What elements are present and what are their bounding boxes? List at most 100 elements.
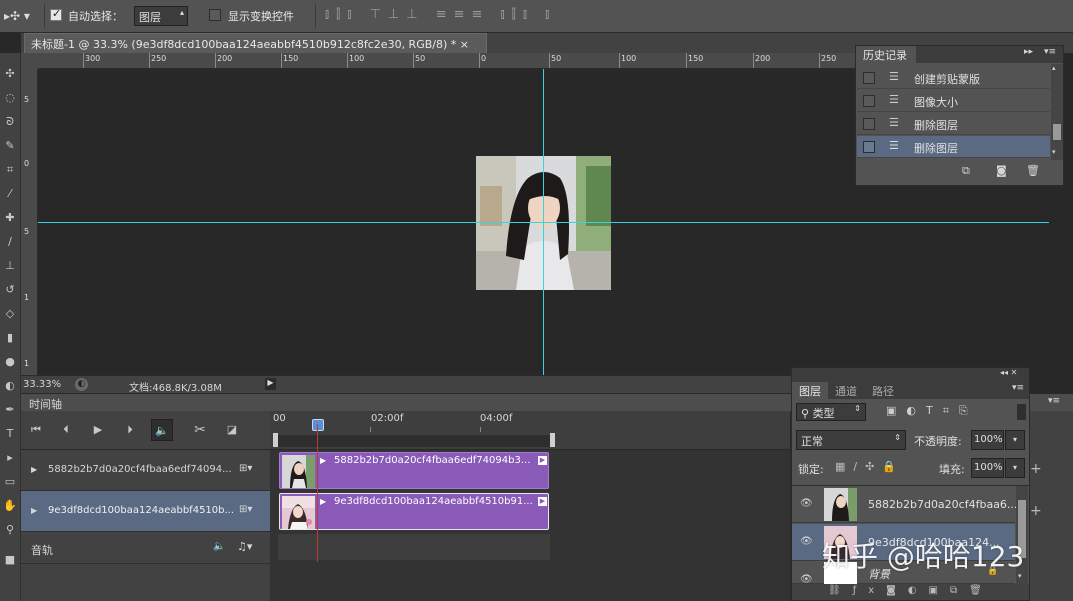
work-area-end-handle[interactable]	[550, 433, 555, 447]
type-tool-icon[interactable]: T	[3, 427, 17, 441]
lock-icons[interactable]: ▦∕✣🔒	[835, 460, 904, 473]
visibility-eye-icon[interactable]: 👁	[800, 536, 814, 548]
first-frame-icon[interactable]: ⏮	[25, 419, 47, 441]
next-frame-icon[interactable]: ⏵	[119, 419, 141, 441]
fill-input[interactable]: 100%	[971, 458, 1004, 478]
eraser-tool-icon[interactable]: ◇	[3, 307, 17, 321]
filter-toggle[interactable]	[1017, 404, 1026, 420]
audio-track-row[interactable]: 音轨 🔈 ♫▾	[21, 532, 270, 564]
eyedropper-tool-icon[interactable]: ⁄	[3, 187, 17, 201]
crop-tool-icon[interactable]: ⌗	[3, 163, 17, 177]
vertical-ruler[interactable]: 5 0 5 1 1	[21, 69, 38, 375]
add-track-icon-2[interactable]: +	[1030, 503, 1042, 519]
track-row-1[interactable]: ▶ 5882b2b7d0a20cf4fbaa6edf74094... ⊞▾	[21, 450, 270, 491]
layer-filter-icons[interactable]: ▣◐T⌗⎘	[886, 404, 978, 418]
status-info-icon[interactable]: ◐	[75, 378, 88, 391]
horizontal-ruler[interactable]: 300 250 200 150 100 50 0 50 100 150 200 250	[38, 53, 856, 69]
music-note-icon[interactable]: ♫▾	[237, 540, 252, 553]
history-snapshot-checkbox[interactable]	[863, 118, 875, 130]
work-area-start-handle[interactable]	[273, 433, 278, 447]
color-swatches-icon[interactable]: ■	[3, 553, 17, 567]
blend-mode-dropdown[interactable]: 正常 ⇕	[796, 430, 906, 450]
history-panel: 历史记录 ▸▸ ▾≡ ☰ 创建剪贴蒙版 ☰ 图像大小 ☰ 删除图层 ☰ 删除图层 ▴ ▾ …	[855, 45, 1064, 186]
panel-collapse-icon[interactable]: ◂◂ ✕	[1000, 368, 1017, 377]
ruler-tick-label: 250	[151, 54, 167, 63]
status-menu-arrow-icon[interactable]: ▶	[265, 378, 276, 390]
close-icon[interactable]: ×	[460, 38, 469, 51]
move-tool-icon[interactable]: ▸✣ ▾	[4, 9, 30, 23]
history-snapshot-checkbox[interactable]	[863, 72, 875, 84]
move-tool-icon[interactable]: ✣	[3, 67, 17, 81]
clip-end-arrow-icon[interactable]: ▶	[538, 456, 547, 465]
play-icon[interactable]: ▶	[87, 419, 109, 441]
layer-1-thumbnail	[824, 488, 857, 521]
track-row-2[interactable]: ▶ 9e3df8dcd100baa124aeabbf4510b... ⊞▾	[21, 491, 270, 532]
stamp-tool-icon[interactable]: ⊥	[3, 259, 17, 273]
horizontal-guide[interactable]	[38, 222, 1049, 223]
panel-menu-icon[interactable]: ▾≡	[1044, 47, 1056, 57]
expand-arrow-icon[interactable]: ▶	[31, 506, 37, 515]
show-transform-checkbox[interactable]	[209, 9, 221, 21]
healing-tool-icon[interactable]: ✚	[3, 211, 17, 225]
marquee-tool-icon[interactable]: ◌	[3, 91, 17, 105]
blur-tool-icon[interactable]: ●	[3, 355, 17, 369]
history-item[interactable]: ☰ 图像大小	[857, 90, 1050, 112]
shape-tool-icon[interactable]: ▭	[3, 475, 17, 489]
visibility-eye-icon[interactable]: 👁	[800, 498, 814, 510]
zoom-tool-icon[interactable]: ⚲	[3, 523, 17, 537]
document-tab[interactable]: 未标题-1 @ 33.3% (9e3df8dcd100baa124aeabbf4…	[24, 33, 487, 53]
layer-filter-dropdown[interactable]: ⚲ 类型 ⇕	[796, 403, 866, 421]
clip-1[interactable]: ▶ 5882b2b7d0a20cf4fbaa6edf74094b3... ▶	[279, 452, 549, 489]
layers-tab[interactable]: 图层	[792, 382, 828, 399]
panel-collapse-icon[interactable]: ▸▸	[1024, 47, 1033, 57]
history-scrollbar[interactable]: ▴ ▾	[1051, 64, 1063, 160]
audio-toggle-icon[interactable]: 🔈	[151, 419, 173, 441]
track-options-icon[interactable]: ⊞▾	[239, 463, 252, 474]
dodge-tool-icon[interactable]: ◐	[3, 379, 17, 393]
zoom-level[interactable]: 33.33%	[23, 379, 61, 390]
panel-menu-icon[interactable]: ▾≡	[1012, 383, 1024, 393]
align-icons[interactable]: ⫾⫿⫾ ⊤⊥⊥ ≡≡≡ ⫾⫿⫾ ⫾	[325, 7, 556, 22]
layer-row-1[interactable]: 👁 5882b2b7d0a20cf4fbaa6...	[792, 486, 1017, 523]
gradient-tool-icon[interactable]: ▮	[3, 331, 17, 345]
opacity-slider-toggle[interactable]: ▾	[1005, 430, 1025, 450]
timeline-ruler[interactable]: 00 02:00f 04:00f	[270, 411, 790, 449]
auto-select-checkbox[interactable]: ✓	[50, 7, 62, 21]
track-options-icon[interactable]: ⊞▾	[239, 504, 252, 515]
expand-arrow-icon[interactable]: ▶	[31, 465, 37, 474]
auto-select-dropdown[interactable]: 图层 ▴	[134, 6, 188, 26]
playhead-handle[interactable]	[312, 419, 324, 431]
brush-tool-icon[interactable]: ∕	[3, 235, 17, 249]
lasso-tool-icon[interactable]: ᘐ	[3, 115, 17, 129]
layer-action-icons[interactable]: ⛓ƒx◙◐▣⧉🗑	[828, 585, 994, 596]
split-scissors-icon[interactable]: ✂	[189, 419, 211, 441]
history-item[interactable]: ☰ 删除图层	[857, 113, 1050, 135]
prev-frame-icon[interactable]: ⏴	[55, 419, 77, 441]
history-item-selected[interactable]: ☰ 删除图层	[857, 136, 1050, 158]
history-snapshot-checkbox[interactable]	[863, 95, 875, 107]
pen-tool-icon[interactable]: ✒	[3, 403, 17, 417]
opacity-input[interactable]: 100%	[971, 430, 1004, 450]
hand-tool-icon[interactable]: ✋	[3, 499, 17, 513]
ruler-tick-label: 0	[481, 54, 487, 63]
fill-slider-toggle[interactable]: ▾	[1005, 458, 1025, 478]
snapshot-camera-icon[interactable]: ◙	[996, 164, 1007, 177]
clip-2[interactable]: ▶ 9e3df8dcd100baa124aeabbf4510b91... ▶	[279, 493, 549, 530]
history-snapshot-checkbox[interactable]	[863, 141, 875, 153]
history-brush-icon[interactable]: ↺	[3, 283, 17, 297]
history-item[interactable]: ☰ 创建剪贴蒙版	[857, 67, 1050, 89]
path-select-icon[interactable]: ▸	[3, 451, 17, 465]
new-document-from-state-icon[interactable]: ⧉	[962, 164, 970, 178]
add-track-icon[interactable]: +	[1030, 461, 1042, 477]
audio-lane[interactable]	[278, 534, 550, 560]
trash-icon[interactable]: 🗑	[1026, 164, 1040, 177]
transition-icon[interactable]: ◪	[221, 419, 243, 441]
quick-select-tool-icon[interactable]: ✎	[3, 139, 17, 153]
clip-end-arrow-icon[interactable]: ▶	[538, 497, 547, 506]
panel-menu-icon[interactable]: ▾≡	[1048, 396, 1060, 406]
channels-tab[interactable]: 通道	[835, 383, 857, 399]
history-tab[interactable]: 历史记录	[856, 46, 916, 63]
paths-tab[interactable]: 路径	[872, 383, 894, 399]
audio-mute-icon[interactable]: 🔈	[213, 541, 225, 552]
timeline-title[interactable]: 时间轴	[29, 396, 62, 412]
